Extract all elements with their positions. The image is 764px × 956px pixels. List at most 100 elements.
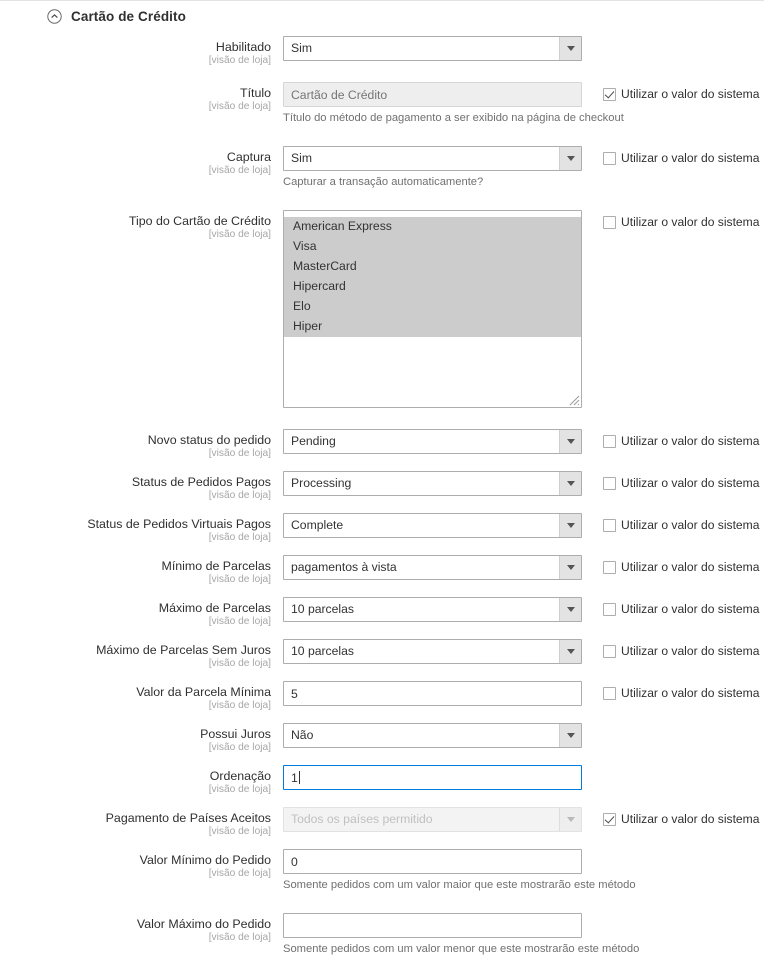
list-item[interactable]: MasterCard	[284, 257, 581, 277]
status-virtuais-select-wrap[interactable]: Complete	[283, 513, 582, 538]
status-virtuais-select[interactable]: Complete	[283, 513, 582, 538]
checkbox-icon[interactable]	[603, 602, 616, 616]
system-value-label: Utilizar o valor do sistema	[621, 560, 760, 574]
list-item[interactable]: Visa	[284, 237, 581, 257]
after-max-parcelas: Utilizar o valor do sistema	[585, 597, 764, 616]
after-titulo: Utilizar o valor do sistema	[585, 82, 764, 101]
novo-status-system-value-toggle[interactable]: Utilizar o valor do sistema	[603, 434, 764, 448]
field-row-valor-maximo: Valor Máximo do Pedido [visão de loja] S…	[0, 913, 764, 956]
after-valor-minimo	[585, 849, 764, 854]
max-parcelas-sem-juros-select-wrap[interactable]: 10 parcelas	[283, 639, 582, 664]
paises-aceitos-system-value-toggle[interactable]: Utilizar o valor do sistema	[603, 812, 764, 826]
max-parcelas-system-value-toggle[interactable]: Utilizar o valor do sistema	[603, 602, 764, 616]
resize-handle-icon[interactable]	[567, 393, 580, 406]
captura-select-wrap[interactable]: Sim	[283, 146, 582, 171]
field-row-valor-parcela-minima: Valor da Parcela Mínima [visão de loja] …	[0, 681, 764, 712]
max-parcelas-sem-juros-system-value-toggle[interactable]: Utilizar o valor do sistema	[603, 644, 764, 658]
captura-hint: Capturar a transação automaticamente?	[283, 176, 484, 188]
system-value-label: Utilizar o valor do sistema	[621, 215, 760, 229]
valor-parcela-minima-system-value-toggle[interactable]: Utilizar o valor do sistema	[603, 686, 764, 700]
field-tipo-cartao: American Express Visa MasterCard Hiperca…	[283, 210, 585, 408]
label-valor-parcela-minima: Valor da Parcela Mínima [visão de loja]	[0, 681, 283, 712]
field-scope: [visão de loja]	[208, 700, 271, 711]
system-value-label: Utilizar o valor do sistema	[621, 476, 760, 490]
list-item[interactable]: Hipercard	[284, 277, 581, 297]
min-parcelas-select[interactable]: pagamentos à vista	[283, 555, 582, 580]
label-titulo: Título [visão de loja]	[0, 82, 283, 113]
field-titulo: Título do método de pagamento a ser exib…	[283, 82, 624, 125]
field-label: Novo status do pedido	[147, 433, 271, 447]
field-label: Título	[240, 86, 271, 100]
max-parcelas-select[interactable]: 10 parcelas	[283, 597, 582, 622]
after-valor-maximo	[585, 913, 764, 918]
label-possui-juros: Possui Juros [visão de loja]	[0, 723, 283, 754]
section-header[interactable]: Cartão de Crédito	[0, 1, 764, 27]
valor-maximo-hint: Somente pedidos com um valor menor que e…	[283, 943, 640, 955]
valor-parcela-minima-input[interactable]	[283, 681, 582, 706]
list-item[interactable]: American Express	[284, 217, 581, 237]
max-parcelas-sem-juros-select[interactable]: 10 parcelas	[283, 639, 582, 664]
checkbox-icon[interactable]	[603, 812, 616, 826]
checkbox-icon[interactable]	[603, 87, 616, 101]
tipo-cartao-system-value-toggle[interactable]: Utilizar o valor do sistema	[603, 215, 764, 229]
min-parcelas-system-value-toggle[interactable]: Utilizar o valor do sistema	[603, 560, 764, 574]
chevron-up-circle-icon[interactable]	[47, 9, 62, 24]
ordenacao-input[interactable]	[283, 765, 582, 790]
checkbox-icon[interactable]	[603, 215, 616, 229]
status-pagos-system-value-toggle[interactable]: Utilizar o valor do sistema	[603, 476, 764, 490]
novo-status-select[interactable]: Pending	[283, 429, 582, 454]
system-value-label: Utilizar o valor do sistema	[621, 87, 760, 101]
novo-status-select-wrap[interactable]: Pending	[283, 429, 582, 454]
field-scope: [visão de loja]	[208, 742, 271, 753]
field-valor-minimo: Somente pedidos com um valor maior que e…	[283, 849, 636, 892]
max-parcelas-select-wrap[interactable]: 10 parcelas	[283, 597, 582, 622]
field-row-max-parcelas-sem-juros: Máximo de Parcelas Sem Juros [visão de l…	[0, 639, 764, 670]
possui-juros-select[interactable]: Não	[283, 723, 582, 748]
valor-minimo-input[interactable]	[283, 849, 582, 874]
checkbox-icon[interactable]	[603, 686, 616, 700]
paises-aceitos-select[interactable]: Todos os países permitido	[283, 807, 582, 832]
checkbox-icon[interactable]	[603, 476, 616, 490]
checkbox-icon[interactable]	[603, 644, 616, 658]
section-title: Cartão de Crédito	[71, 9, 186, 24]
checkbox-icon[interactable]	[603, 151, 616, 165]
paises-aceitos-select-wrap[interactable]: Todos os países permitido	[283, 807, 582, 832]
label-valor-minimo: Valor Mínimo do Pedido [visão de loja]	[0, 849, 283, 880]
status-virtuais-system-value-toggle[interactable]: Utilizar o valor do sistema	[603, 518, 764, 532]
habilitado-select-wrap[interactable]: Sim	[283, 36, 582, 61]
tipo-cartao-multiselect[interactable]: American Express Visa MasterCard Hiperca…	[283, 210, 582, 408]
label-status-virtuais: Status de Pedidos Virtuais Pagos [visão …	[0, 513, 283, 544]
status-pagos-select[interactable]: Processing	[283, 471, 582, 496]
possui-juros-select-wrap[interactable]: Não	[283, 723, 582, 748]
field-scope: [visão de loja]	[208, 826, 271, 837]
checkbox-icon[interactable]	[603, 560, 616, 574]
after-habilitado	[585, 36, 764, 41]
checkbox-icon[interactable]	[603, 518, 616, 532]
after-min-parcelas: Utilizar o valor do sistema	[585, 555, 764, 574]
titulo-input[interactable]	[283, 82, 582, 107]
field-captura: Sim Capturar a transação automaticamente…	[283, 146, 585, 189]
min-parcelas-select-wrap[interactable]: pagamentos à vista	[283, 555, 582, 580]
list-item[interactable]: Hiper	[284, 317, 581, 337]
field-row-possui-juros: Possui Juros [visão de loja] Não	[0, 723, 764, 754]
field-label: Valor Máximo do Pedido	[136, 917, 271, 931]
system-value-label: Utilizar o valor do sistema	[621, 518, 760, 532]
titulo-system-value-toggle[interactable]: Utilizar o valor do sistema	[603, 87, 764, 101]
status-pagos-select-wrap[interactable]: Processing	[283, 471, 582, 496]
habilitado-select[interactable]: Sim	[283, 36, 582, 61]
list-item[interactable]: Elo	[284, 297, 581, 317]
field-max-parcelas-sem-juros: 10 parcelas	[283, 639, 585, 664]
after-tipo-cartao: Utilizar o valor do sistema	[585, 210, 764, 229]
captura-select[interactable]: Sim	[283, 146, 582, 171]
field-label: Máximo de Parcelas Sem Juros	[96, 643, 271, 657]
field-max-parcelas: 10 parcelas	[283, 597, 585, 622]
label-ordenacao: Ordenação [visão de loja]	[0, 765, 283, 796]
system-value-label: Utilizar o valor do sistema	[621, 644, 760, 658]
field-label: Captura	[226, 150, 271, 164]
after-ordenacao	[585, 765, 764, 770]
checkbox-icon[interactable]	[603, 434, 616, 448]
valor-maximo-input[interactable]	[283, 913, 582, 938]
field-label: Pagamento de Países Aceitos	[105, 811, 271, 825]
captura-system-value-toggle[interactable]: Utilizar o valor do sistema	[603, 151, 764, 165]
field-label: Habilitado	[215, 40, 271, 54]
